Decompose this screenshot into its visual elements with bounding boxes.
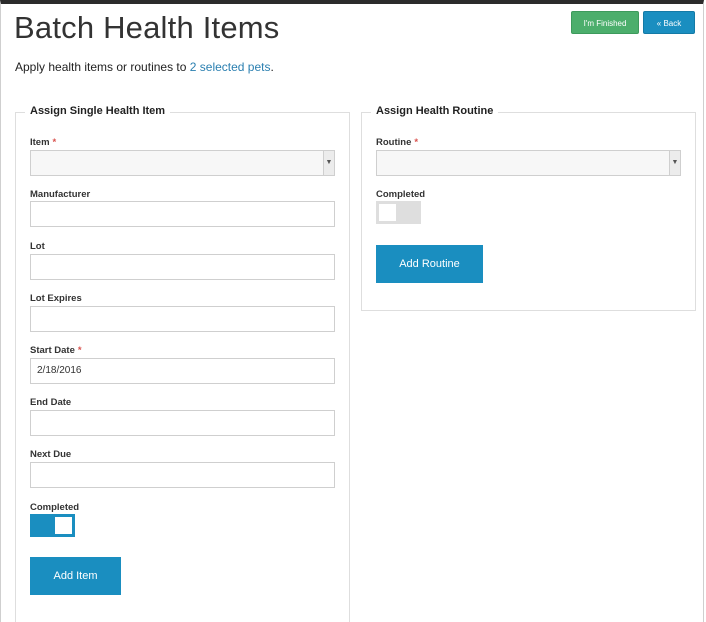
chevron-down-icon: ▼ [323, 151, 334, 175]
start-date-required-mark: * [77, 345, 82, 356]
chevron-down-icon: ▼ [669, 151, 680, 175]
start-date-label-text: Start Date [30, 345, 75, 356]
page: Batch Health Items I'm Finished « Back A… [0, 0, 704, 622]
single-item-legend: Assign Single Health Item [25, 105, 171, 117]
finished-button[interactable]: I'm Finished [571, 11, 639, 34]
manufacturer-label: Manufacturer [30, 189, 91, 200]
end-date-input[interactable] [30, 410, 335, 436]
item-completed-toggle[interactable] [30, 514, 75, 537]
subtitle-prefix: Apply health items or routines to [15, 60, 190, 74]
lot-label: Lot [30, 241, 45, 252]
end-date-label: End Date [30, 397, 72, 408]
add-item-button[interactable]: Add Item [30, 557, 121, 595]
start-date-label: Start Date * [30, 345, 82, 356]
item-label: Item * [30, 137, 56, 148]
lot-expires-label: Lot Expires [30, 293, 82, 304]
toggle-knob [379, 204, 396, 221]
routine-completed-label: Completed [376, 189, 426, 200]
item-completed-label: Completed [30, 502, 80, 513]
item-label-text: Item [30, 137, 50, 148]
item-required-mark: * [52, 137, 57, 148]
routine-completed-toggle[interactable] [376, 201, 421, 224]
lot-expires-input[interactable] [30, 306, 335, 332]
routine-select[interactable]: ▼ [376, 150, 681, 176]
lot-input[interactable] [30, 254, 335, 280]
back-button[interactable]: « Back [643, 11, 695, 34]
routine-label: Routine * [376, 137, 418, 148]
toggle-knob [55, 517, 72, 534]
add-routine-button[interactable]: Add Routine [376, 245, 483, 283]
subtitle-suffix: . [270, 60, 274, 74]
routine-legend: Assign Health Routine [371, 105, 499, 117]
start-date-input[interactable]: 2/18/2016 [30, 358, 335, 384]
routine-panel: Assign Health Routine Routine * ▼ Complet… [361, 105, 696, 311]
routine-label-text: Routine [376, 137, 412, 148]
next-due-label: Next Due [30, 449, 72, 460]
single-item-panel: Assign Single Health Item Item * ▼ Manufa… [15, 105, 350, 622]
page-subtitle: Apply health items or routines to 2 sele… [15, 60, 274, 74]
next-due-input[interactable] [30, 462, 335, 488]
selected-pets-link[interactable]: 2 selected pets [190, 60, 271, 74]
page-title: Batch Health Items [14, 10, 280, 45]
manufacturer-input[interactable] [30, 201, 335, 227]
routine-required-mark: * [414, 137, 419, 148]
item-select[interactable]: ▼ [30, 150, 335, 176]
